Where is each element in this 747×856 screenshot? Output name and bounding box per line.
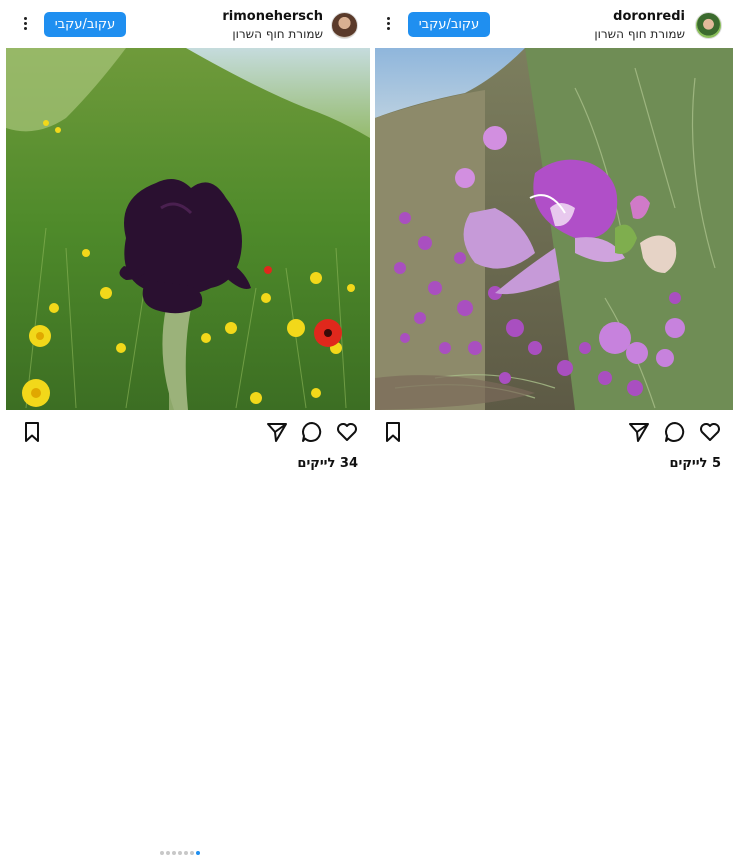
follow-button[interactable]: עקוב/עקבי bbox=[44, 12, 126, 37]
post-card: עקוב/עקבי rimonehersch שמורת חוף השרון 3… bbox=[0, 0, 372, 855]
post-header: עקוב/עקבי rimonehersch שמורת חוף השרון bbox=[0, 6, 372, 42]
comment-icon[interactable] bbox=[300, 420, 324, 444]
more-options-icon[interactable] bbox=[18, 15, 32, 35]
username[interactable]: doronredi bbox=[613, 9, 685, 24]
more-options-icon[interactable] bbox=[381, 15, 395, 35]
action-bar bbox=[0, 420, 372, 855]
share-icon[interactable] bbox=[627, 420, 651, 444]
likes-count[interactable]: 5 לייקים bbox=[669, 456, 721, 471]
follow-button[interactable]: עקוב/עקבי bbox=[408, 12, 490, 37]
avatar[interactable] bbox=[695, 12, 722, 39]
post-card: עקוב/עקבי doronredi שמורת חוף השרון 5 לי… bbox=[373, 0, 747, 474]
bookmark-icon[interactable] bbox=[20, 420, 44, 444]
post-image[interactable] bbox=[375, 48, 733, 410]
post-image[interactable] bbox=[6, 48, 370, 410]
location-label[interactable]: שמורת חוף השרון bbox=[594, 27, 685, 41]
heart-icon[interactable] bbox=[698, 420, 722, 444]
share-icon[interactable] bbox=[265, 420, 289, 444]
post-header: עקוב/עקבי doronredi שמורת חוף השרון bbox=[373, 6, 747, 42]
heart-icon[interactable] bbox=[335, 420, 359, 444]
username[interactable]: rimonehersch bbox=[222, 9, 323, 24]
comment-icon[interactable] bbox=[663, 420, 687, 444]
carousel-indicator bbox=[160, 850, 210, 856]
bookmark-icon[interactable] bbox=[381, 420, 405, 444]
avatar[interactable] bbox=[331, 12, 358, 39]
carousel-active-dot bbox=[196, 851, 200, 855]
likes-count[interactable]: 34 לייקים bbox=[297, 456, 358, 471]
action-bar bbox=[373, 420, 747, 446]
location-label[interactable]: שמורת חוף השרון bbox=[232, 27, 323, 41]
